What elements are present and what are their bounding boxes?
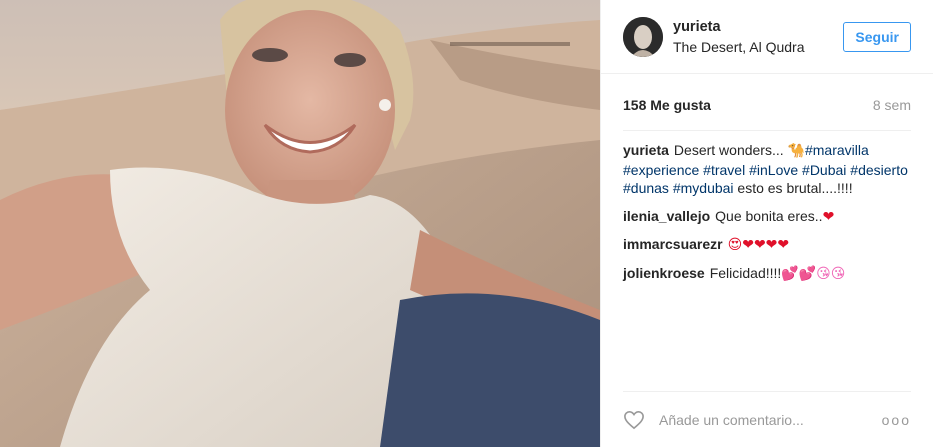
author-username[interactable]: yurieta (673, 17, 843, 37)
caption-username[interactable]: yurieta (623, 142, 669, 158)
post-age[interactable]: 8 sem (873, 97, 911, 113)
hashtag-link[interactable]: #desierto (850, 162, 908, 178)
camel-emoji: 🐪 (787, 143, 805, 159)
post-photo[interactable] (0, 0, 600, 447)
like-heart-icon[interactable] (623, 410, 645, 430)
avatar-icon (623, 16, 663, 57)
heart-eyes-emoji: 😍❤❤❤❤ (727, 237, 790, 253)
kiss-emoji: 💕💕😘😘 (781, 265, 846, 282)
post-location[interactable]: The Desert, Al Qudra (673, 37, 843, 57)
post-sidebar: yurieta The Desert, Al Qudra Seguir 158 … (600, 0, 933, 447)
comments-list: yurieta Desert wonders... 🐪#maravilla #ex… (601, 131, 933, 283)
selfie-photo (0, 0, 600, 447)
post-footer: Añade un comentario... ooo (623, 391, 911, 447)
hashtag-link[interactable]: #travel (703, 162, 745, 178)
post-caption: yurieta Desert wonders... 🐪#maravilla #ex… (623, 141, 911, 198)
hashtag-link[interactable]: #dunas (623, 180, 669, 196)
comment-item: immarcsuarezr 😍❤❤❤❤ (623, 235, 911, 255)
hashtag-link[interactable]: #inLove (749, 162, 798, 178)
follow-button[interactable]: Seguir (843, 21, 911, 52)
heart-emoji: ❤ (822, 208, 835, 225)
caption-text-end: esto es brutal....!!!! (737, 180, 853, 196)
comment-username[interactable]: jolienkroese (623, 265, 705, 281)
post-header: yurieta The Desert, Al Qudra Seguir (601, 0, 933, 74)
comment-item: ilenia_vallejo Que bonita eres..❤ (623, 207, 911, 227)
comment-username[interactable]: immarcsuarezr (623, 236, 723, 252)
comment-text: Felicidad!!!! (709, 264, 782, 281)
hashtag-link[interactable]: #experience (623, 162, 699, 178)
caption-text: Desert wonders... (673, 142, 788, 158)
hashtag-link[interactable]: #maravilla (805, 142, 869, 158)
likes-count[interactable]: 158 Me gusta (623, 97, 711, 113)
add-comment-input[interactable]: Añade un comentario... (659, 412, 882, 428)
comment-text: Que bonita eres.. (715, 207, 823, 224)
hashtag-link[interactable]: #mydubai (673, 180, 734, 196)
comment-item: jolienkroese Felicidad!!!!💕💕😘😘 (623, 264, 911, 284)
avatar[interactable] (623, 16, 663, 57)
comment-username[interactable]: ilenia_vallejo (623, 208, 710, 224)
hashtag-link[interactable]: #Dubai (802, 162, 846, 178)
instagram-post: yurieta The Desert, Al Qudra Seguir 158 … (0, 0, 933, 447)
post-author: yurieta The Desert, Al Qudra (673, 17, 843, 57)
more-options-icon[interactable]: ooo (882, 412, 911, 428)
post-stats: 158 Me gusta 8 sem (601, 97, 933, 113)
